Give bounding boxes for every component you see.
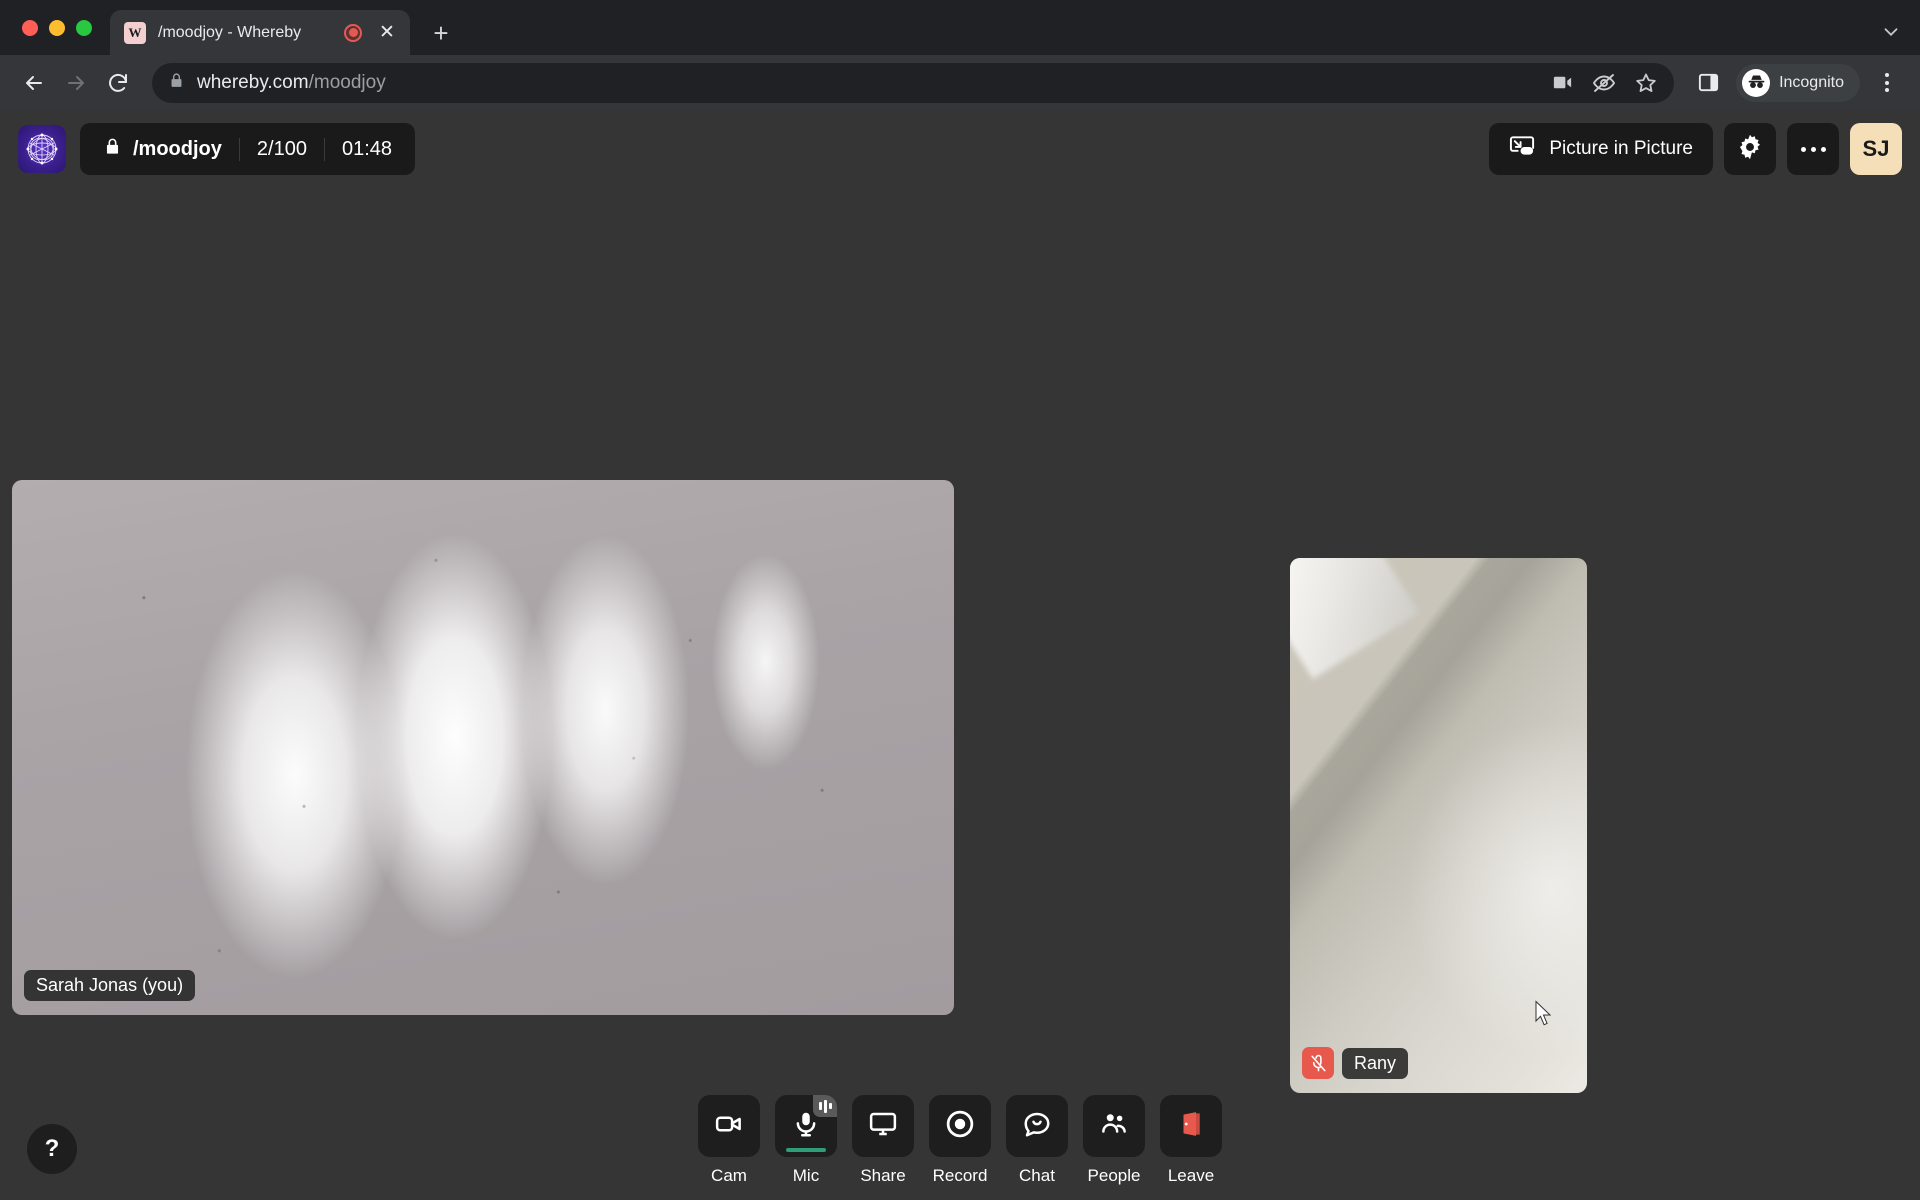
share-label: Share [860,1166,906,1185]
side-panel-icon[interactable] [1690,65,1726,101]
chat-label: Chat [1019,1166,1055,1185]
room-name-segment[interactable]: /moodjoy [86,137,239,162]
eye-slash-icon[interactable] [1592,71,1616,95]
tab-strip: W /moodjoy - Whereby ✕ + [0,0,1920,55]
tab-list-chevron-down-icon[interactable] [1880,21,1920,47]
people-button[interactable] [1083,1095,1145,1157]
meeting-bottom-bar: ? Cam Mic Share Record Chat People Leave [0,1080,1920,1200]
whereby-meeting-app: /moodjoy 2/100 01:48 Picture in Picture [0,110,1920,1200]
people-icon [1099,1109,1129,1144]
share-control[interactable]: Share [852,1095,914,1186]
mic-label: Mic [792,1166,820,1185]
chat-bubble-icon [1022,1109,1052,1144]
video-stage: Sarah Jonas (you) Rany [0,188,1920,1118]
user-avatar[interactable]: SJ [1850,123,1902,175]
incognito-label: Incognito [1779,73,1844,91]
participant-name-tag: Sarah Jonas (you) [24,970,196,1001]
window-traffic-lights [14,0,106,55]
minimize-window-button[interactable] [49,19,65,36]
incognito-icon [1742,68,1771,97]
room-info-pill: /moodjoy 2/100 01:48 [80,123,416,175]
picture-in-picture-label: Picture in Picture [1549,138,1693,159]
star-icon[interactable] [1634,71,1658,95]
people-label: People [1087,1166,1141,1185]
cam-label: Cam [711,1166,747,1185]
share-button[interactable] [852,1095,914,1157]
close-icon[interactable]: ✕ [374,20,400,46]
video-camera-icon [714,1109,744,1144]
leave-label: Leave [1167,1166,1215,1185]
record-label: Record [932,1166,988,1185]
chat-control[interactable]: Chat [1006,1095,1068,1186]
participant-name: Rany [1342,1047,1409,1079]
leave-door-icon [1176,1109,1206,1144]
video-camera-icon[interactable] [1551,71,1574,94]
record-button[interactable] [929,1095,991,1157]
app-header: /moodjoy 2/100 01:48 Picture in Picture [0,110,1920,188]
browser-tab[interactable]: W /moodjoy - Whereby ✕ [110,10,410,55]
lock-icon [103,137,122,162]
help-button[interactable]: ? [27,1124,77,1174]
back-button[interactable] [16,65,52,101]
room-name: /moodjoy [133,137,222,160]
gear-icon [1736,133,1764,166]
people-control[interactable]: People [1083,1095,1145,1186]
address-bar-actions [1551,71,1658,95]
lock-icon [168,72,185,94]
cam-control[interactable]: Cam [698,1095,760,1186]
header-actions: Picture in Picture SJ [1489,123,1902,175]
meeting-timer: 01:48 [323,137,409,161]
leave-button[interactable] [1160,1095,1222,1157]
address-bar-url: whereby.com/moodjoy [197,71,386,93]
picture-in-picture-button[interactable]: Picture in Picture [1489,123,1713,175]
mic-active-indicator [786,1148,826,1152]
address-bar[interactable]: whereby.com/moodjoy [152,62,1675,103]
settings-button[interactable] [1724,123,1776,175]
cam-button[interactable] [698,1095,760,1157]
picture-in-picture-icon [1509,134,1536,164]
record-icon [945,1109,975,1144]
maximize-window-button[interactable] [76,19,92,36]
screen-share-icon [868,1109,898,1144]
mic-button[interactable] [775,1095,837,1157]
browser-window: W /moodjoy - Whereby ✕ + whereby.com/moo… [0,0,1920,1200]
mic-level-indicator-icon [813,1095,837,1117]
more-options-icon [1800,146,1826,152]
tab-recording-indicator-icon[interactable] [344,23,362,42]
whereby-room-logo-icon[interactable] [18,125,66,173]
reload-button[interactable] [100,65,136,101]
incognito-profile-chip[interactable]: Incognito [1736,63,1860,102]
participant-video-tile-remote[interactable]: Rany [1290,558,1587,1093]
browser-toolbar: whereby.com/moodjoy Incognito [0,55,1920,110]
tab-title: /moodjoy - Whereby [158,23,302,41]
toolbar-right-actions: Incognito [1690,63,1904,102]
new-tab-button[interactable]: + [424,16,458,50]
participant-count: 2/100 [238,137,324,161]
more-options-button[interactable] [1787,123,1839,175]
mic-control[interactable]: Mic [775,1095,837,1186]
three-dot-menu-icon[interactable] [1870,66,1904,100]
participant-video-tile-self[interactable]: Sarah Jonas (you) [12,480,954,1015]
participant-name-tag: Rany [1302,1047,1409,1079]
microphone-muted-icon [1302,1047,1334,1079]
close-window-button[interactable] [22,19,38,36]
leave-control[interactable]: Leave [1160,1095,1222,1186]
forward-button[interactable] [58,65,94,101]
meeting-controls: Cam Mic Share Record Chat People Leave [698,1095,1222,1186]
record-control[interactable]: Record [929,1095,991,1186]
whereby-favicon: W [124,21,146,44]
chat-button[interactable] [1006,1095,1068,1157]
participant-name: Sarah Jonas (you) [24,970,196,1001]
